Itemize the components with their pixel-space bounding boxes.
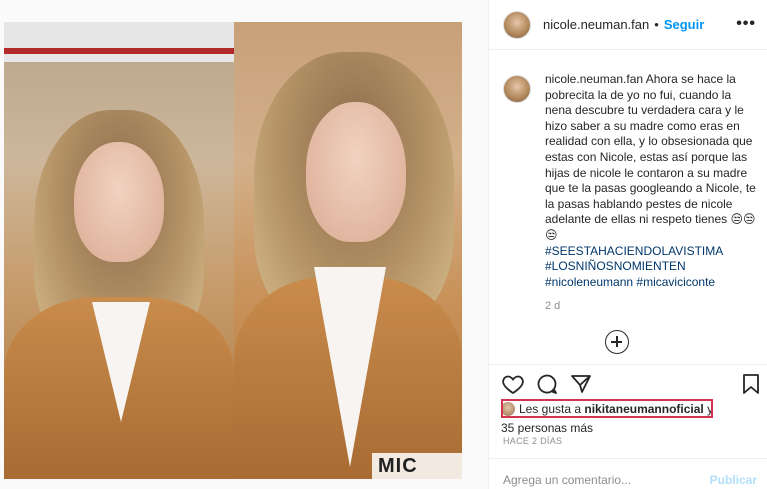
publish-button[interactable]: Publicar bbox=[710, 473, 757, 487]
caption-username[interactable]: nicole.neuman.fan bbox=[545, 72, 643, 86]
avatar[interactable] bbox=[503, 75, 531, 103]
caption-text: Ahora se hace la pobrecita la de yo no f… bbox=[545, 72, 756, 242]
photo-right: MIC bbox=[234, 22, 462, 479]
highlight-box bbox=[501, 399, 713, 418]
face bbox=[306, 102, 406, 242]
photo-left bbox=[4, 22, 234, 479]
plus-circle-icon[interactable] bbox=[605, 330, 629, 354]
post-media[interactable]: MIC bbox=[0, 0, 488, 489]
caption-time: 2 d bbox=[545, 300, 561, 312]
likes-summary: Les gusta a nikitaneumannoficial y 35 pe… bbox=[501, 399, 763, 436]
share-icon[interactable] bbox=[569, 372, 593, 396]
comment-icon[interactable] bbox=[535, 372, 559, 396]
comment-input[interactable]: Agrega un comentario... bbox=[503, 473, 631, 487]
ellipsis-icon[interactable]: ••• bbox=[736, 15, 756, 33]
divider bbox=[489, 364, 767, 365]
avatar[interactable] bbox=[503, 10, 531, 39]
separator-dot: • bbox=[654, 17, 659, 32]
hashtag-link[interactable]: #LOSNIÑOSNOMIENTEN bbox=[545, 259, 761, 275]
caption-body: nicole.neuman.fan Ahora se hace la pobre… bbox=[545, 72, 761, 290]
post-side-panel: nicole.neuman.fan • Seguir ••• nicole.ne… bbox=[488, 0, 767, 489]
header-username[interactable]: nicole.neuman.fan bbox=[543, 17, 649, 32]
post-header: nicole.neuman.fan • Seguir ••• bbox=[489, 0, 767, 50]
face bbox=[74, 142, 164, 262]
studio-background bbox=[4, 22, 234, 62]
post-timestamp: HACE 2 DÍAS bbox=[503, 436, 563, 446]
action-bar bbox=[501, 372, 763, 398]
divider bbox=[489, 458, 767, 459]
hashtag-link[interactable]: #nicoleneumann #micaviciconte bbox=[545, 275, 761, 291]
heart-icon[interactable] bbox=[501, 372, 525, 396]
follow-button[interactable]: Seguir bbox=[664, 17, 704, 32]
studio-red-strip bbox=[4, 48, 234, 54]
bookmark-icon[interactable] bbox=[739, 372, 763, 396]
hashtag-link[interactable]: #SEESTAHACIENDOLAVISTIMA bbox=[545, 244, 761, 260]
likes-count-link[interactable]: 35 personas más bbox=[501, 420, 763, 436]
video-caption-overlay: MIC bbox=[372, 453, 462, 479]
